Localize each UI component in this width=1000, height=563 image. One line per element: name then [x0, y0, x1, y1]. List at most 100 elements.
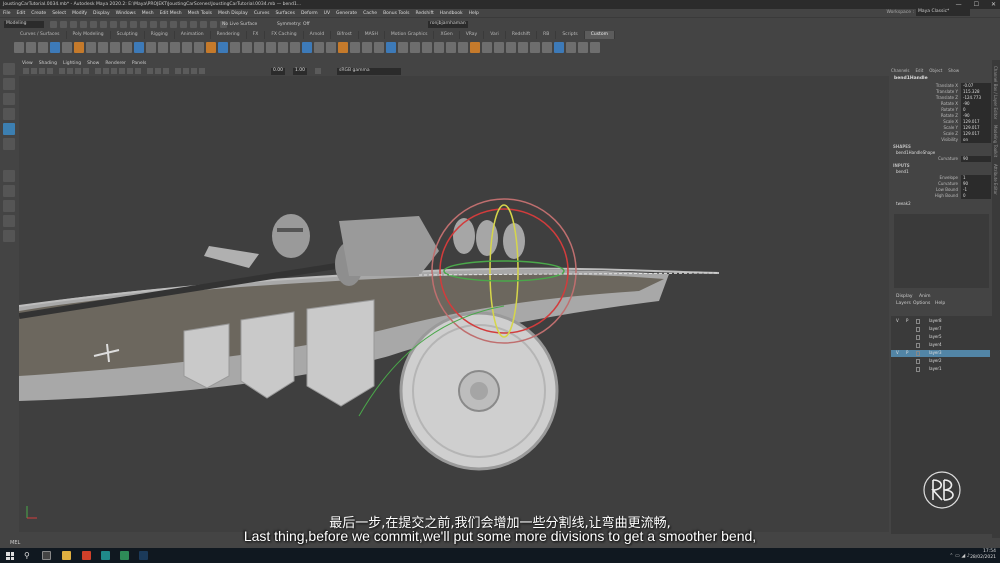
live-surface-label[interactable]: No Live Surface	[222, 22, 257, 27]
channel-box-menu-edit[interactable]: Edit	[916, 68, 924, 74]
tab-anim[interactable]: Anim	[919, 294, 931, 299]
hypershade-icon[interactable]	[434, 41, 444, 53]
select-hierarchy-icon[interactable]	[100, 21, 107, 28]
panel-menu-view[interactable]: View	[22, 61, 33, 66]
color-space-dropdown[interactable]: sRGB gamma	[337, 68, 401, 75]
wireframe-icon[interactable]	[95, 68, 101, 74]
bevel-icon[interactable]	[278, 41, 288, 53]
menuset-dropdown[interactable]: Modeling	[4, 21, 44, 28]
channel-attr-value[interactable]: 90	[961, 156, 991, 162]
gate-mask-icon[interactable]	[83, 68, 89, 74]
shelf-tab-curves-surfaces[interactable]: Curves / Surfaces	[14, 31, 67, 39]
menu-create[interactable]: Create	[31, 11, 46, 16]
app-icon[interactable]	[120, 551, 129, 560]
uv-editor-icon[interactable]	[458, 41, 468, 53]
shelf-tab-motion-graphics[interactable]: Motion Graphics	[385, 31, 435, 39]
layer-name[interactable]: layer8	[929, 318, 942, 323]
layer-color-swatch[interactable]	[916, 327, 920, 332]
snap-surface-icon[interactable]	[170, 21, 177, 28]
menu-generate[interactable]: Generate	[336, 11, 357, 16]
smooth-shade-icon[interactable]	[103, 68, 109, 74]
bookmark-icon[interactable]	[39, 68, 45, 74]
input-name[interactable]: bend1	[896, 169, 909, 174]
new-scene-icon[interactable]	[50, 21, 57, 28]
shelf-tab-sculpting[interactable]: Sculpting	[111, 31, 145, 39]
outliner-view-icon[interactable]	[3, 230, 15, 242]
layer-color-swatch[interactable]	[916, 343, 920, 348]
anti-aliasing-icon[interactable]	[191, 68, 197, 74]
freeze-transforms-icon[interactable]	[374, 41, 384, 53]
layer-playback-toggle[interactable]: P	[906, 350, 908, 355]
menu-curves[interactable]: Curves	[254, 11, 270, 16]
snap-grid-icon[interactable]	[130, 21, 137, 28]
layer-color-swatch[interactable]	[916, 335, 920, 340]
select-object-icon[interactable]	[110, 21, 117, 28]
menu-mesh-display[interactable]: Mesh Display	[218, 11, 248, 16]
wireframe-on-shaded-icon[interactable]	[111, 68, 117, 74]
layer-row[interactable]: layer1	[891, 366, 990, 373]
layer-row[interactable]: layer5	[891, 334, 990, 341]
grid-toggle-icon[interactable]	[59, 68, 65, 74]
panel-menu-lighting[interactable]: Lighting	[63, 61, 81, 66]
arnold-render-icon[interactable]	[506, 41, 516, 53]
tab-display[interactable]: Display	[896, 294, 913, 299]
poly-platonic-icon[interactable]	[134, 41, 144, 53]
menu-handbook[interactable]: Handbook	[440, 11, 463, 16]
shelf-tab-fx[interactable]: FX	[247, 31, 266, 39]
lattice-icon[interactable]	[350, 41, 360, 53]
boolean-icon[interactable]	[230, 41, 240, 53]
snap-curve-icon[interactable]	[140, 21, 147, 28]
photoshop-icon[interactable]	[139, 551, 148, 560]
layer-color-swatch[interactable]	[916, 319, 920, 324]
system-tray-icons[interactable]: ⌃ ▭ ◢ ♪	[949, 553, 970, 559]
redo-icon[interactable]	[90, 21, 97, 28]
workspace-dropdown[interactable]: Maya Classic*	[916, 9, 970, 16]
depth-of-field-icon[interactable]	[199, 68, 205, 74]
separate-icon[interactable]	[206, 41, 216, 53]
browser-icon[interactable]	[82, 551, 91, 560]
mash-icon[interactable]	[530, 41, 540, 53]
near-clip-field[interactable]: 0.00	[271, 68, 286, 75]
poly-torus-icon[interactable]	[98, 41, 108, 53]
graph-editor-icon[interactable]	[482, 41, 492, 53]
render-view-icon[interactable]	[446, 41, 456, 53]
rotate-tool-icon[interactable]	[3, 123, 15, 135]
film-gate-icon[interactable]	[67, 68, 73, 74]
menu-edit[interactable]: Edit	[17, 11, 26, 16]
channel-box-object-name[interactable]: bend1Handle	[894, 76, 928, 81]
xray-joints-icon[interactable]	[163, 68, 169, 74]
poly-pyramid-icon[interactable]	[146, 41, 156, 53]
poly-sphere-icon[interactable]	[50, 41, 60, 53]
maya-icon[interactable]	[101, 551, 110, 560]
shelf-tab-rb[interactable]: RB	[537, 31, 557, 39]
move-tool-icon[interactable]	[3, 108, 15, 120]
menu-mesh-tools[interactable]: Mesh Tools	[188, 11, 212, 16]
shelf-tab-arnold[interactable]: Arnold	[304, 31, 332, 39]
layer-name[interactable]: layer4	[929, 342, 942, 347]
poly-disc-icon[interactable]	[122, 41, 132, 53]
channel-attr-row[interactable]: Curvature 90	[891, 156, 992, 162]
outliner-icon[interactable]	[470, 41, 480, 53]
close-button[interactable]: ✕	[991, 1, 996, 8]
options-menu[interactable]: Options	[913, 301, 930, 306]
render-icon[interactable]	[190, 21, 197, 28]
undo-icon[interactable]	[80, 21, 87, 28]
layer-row[interactable]: layer4	[891, 342, 990, 349]
group-icon[interactable]	[410, 41, 420, 53]
insert-edge-loop-icon[interactable]	[290, 41, 300, 53]
layer-row[interactable]: V Player3	[891, 350, 990, 357]
panel-menu-shading[interactable]: Shading	[39, 61, 57, 66]
menu-deform[interactable]: Deform	[301, 11, 318, 16]
menu-mesh[interactable]: Mesh	[142, 11, 154, 16]
cleanup-icon[interactable]	[542, 41, 552, 53]
system-clock[interactable]: 17:54 28/02/2021	[970, 549, 996, 561]
channel-attr-row[interactable]: High Bound 0	[891, 193, 992, 199]
render-settings-icon[interactable]	[210, 21, 217, 28]
viewport[interactable]	[19, 76, 889, 532]
layer-playback-toggle[interactable]: P	[906, 318, 908, 323]
nurbs-sphere-icon[interactable]	[14, 41, 24, 53]
menu-edit-mesh[interactable]: Edit Mesh	[160, 11, 182, 16]
shelf-tab-vari[interactable]: Vari	[484, 31, 506, 39]
color-management-icon[interactable]	[315, 68, 321, 74]
menu-redshift[interactable]: Redshift	[415, 11, 433, 16]
